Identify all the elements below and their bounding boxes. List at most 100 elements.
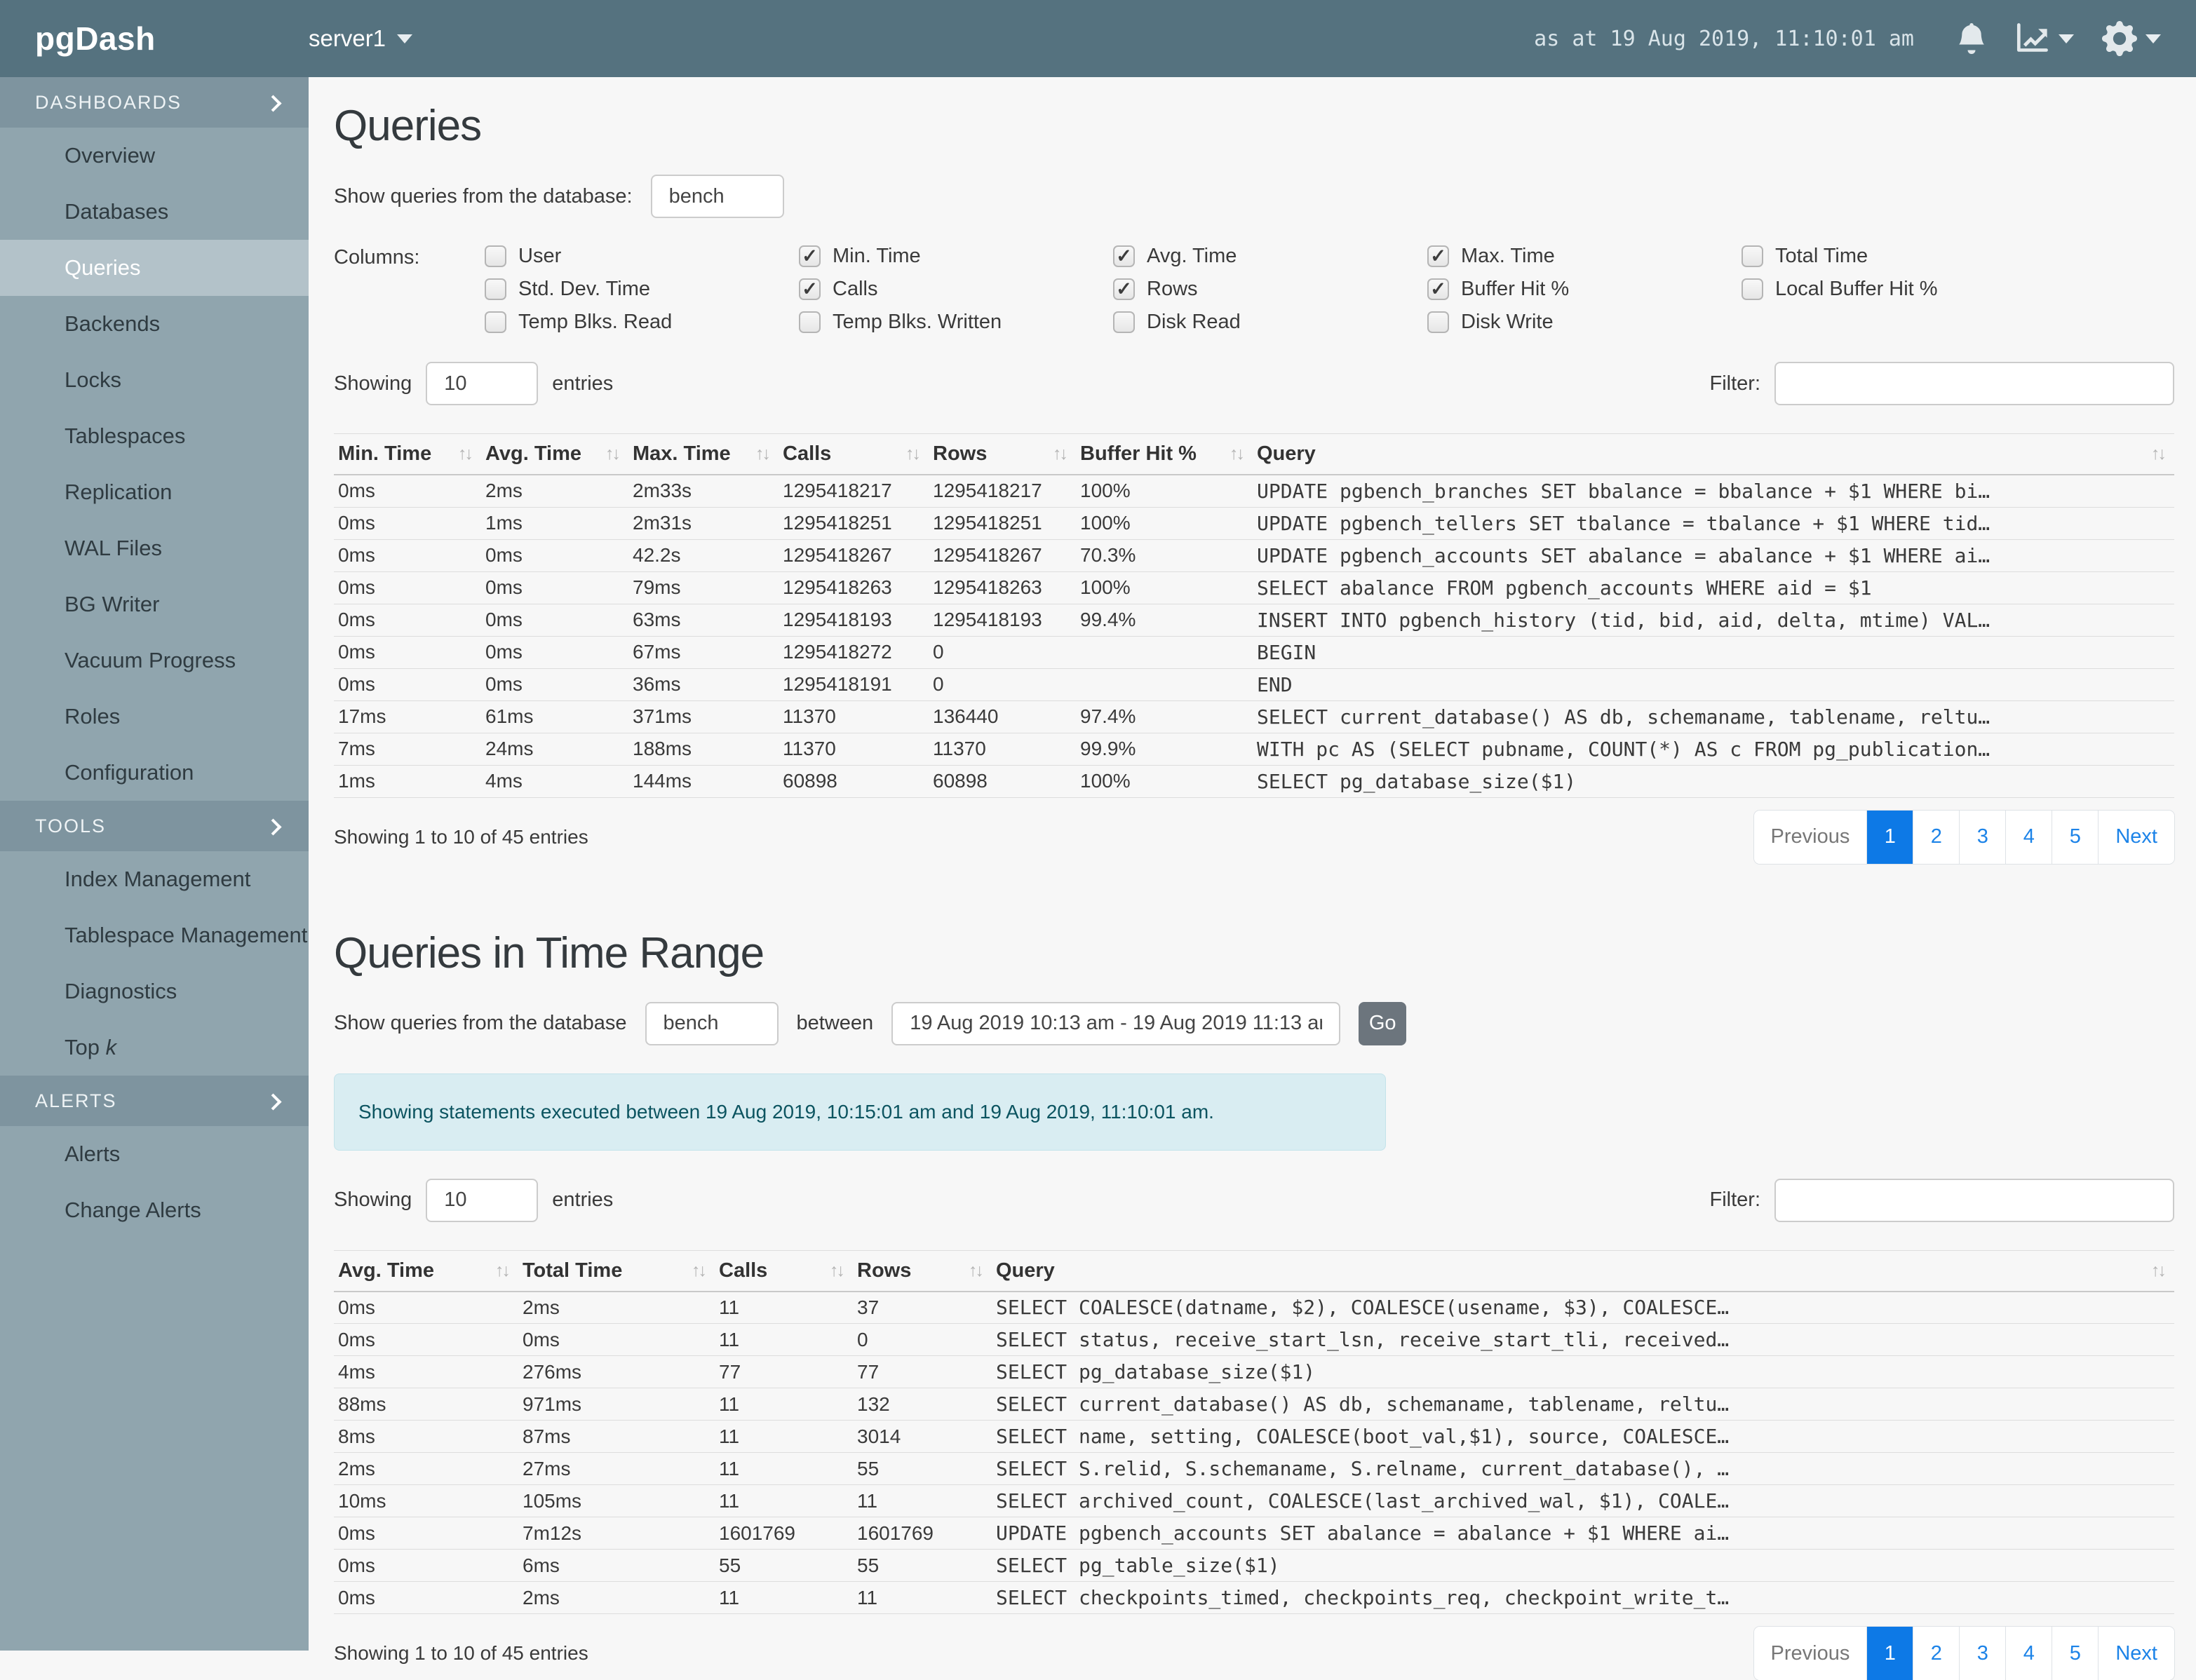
column-checkbox-user[interactable]: User <box>485 245 799 268</box>
query-link[interactable]: SELECT pg_database_size($1) <box>1253 765 2174 798</box>
column-checkbox-rows[interactable]: ✓ Rows <box>1113 278 1427 301</box>
sidebar-item-databases[interactable]: Databases <box>0 184 309 240</box>
query-link[interactable]: BEGIN <box>1253 636 2174 669</box>
server-selector[interactable]: server1 <box>309 25 413 52</box>
query-link[interactable]: INSERT INTO pgbench_history (tid, bid, a… <box>1253 604 2174 637</box>
column-header-label: Calls <box>783 442 832 465</box>
page-button-next[interactable]: Next <box>2098 1627 2174 1680</box>
query-link[interactable]: SELECT abalance FROM pgbench_accounts WH… <box>1253 571 2174 604</box>
page-button-5[interactable]: 5 <box>2052 1627 2099 1680</box>
query-link[interactable]: SELECT COALESCE(datname, $2), COALESCE(u… <box>992 1291 2174 1324</box>
notifications-button[interactable] <box>1956 22 1987 55</box>
filter-input-2[interactable] <box>1774 1178 2174 1222</box>
column-checkbox-local-buffer-hit[interactable]: Local Buffer Hit % <box>1742 278 2056 301</box>
column-header-max-time[interactable]: Max. Time ↑↓ <box>628 434 779 475</box>
query-link[interactable]: SELECT archived_count, COALESCE(last_arc… <box>992 1484 2174 1517</box>
sidebar-item-wal-files[interactable]: WAL Files <box>0 520 309 576</box>
sidebar-item-index-management[interactable]: Index Management <box>0 851 309 907</box>
sidebar-item-change-alerts[interactable]: Change Alerts <box>0 1182 309 1238</box>
column-checkbox-disk-write[interactable]: Disk Write <box>1427 311 1742 334</box>
sidebar-item-configuration[interactable]: Configuration <box>0 745 309 801</box>
column-header-avg-time[interactable]: Avg. Time ↑↓ <box>481 434 628 475</box>
column-header-query[interactable]: Query ↑↓ <box>1253 434 2174 475</box>
page-button-1[interactable]: 1 <box>1866 810 1913 864</box>
cell-total-time: 0ms <box>518 1323 715 1356</box>
page-size-input[interactable] <box>426 362 539 405</box>
database-input[interactable] <box>650 175 784 218</box>
sidebar-item-diagnostics[interactable]: Diagnostics <box>0 963 309 1019</box>
column-checkbox-std-dev-time[interactable]: Std. Dev. Time <box>485 278 799 301</box>
page-button-1[interactable]: 1 <box>1866 1627 1913 1680</box>
query-link[interactable]: SELECT S.relid, S.schemaname, S.relname,… <box>992 1452 2174 1485</box>
column-header-calls[interactable]: Calls ↑↓ <box>715 1250 853 1292</box>
app-logo[interactable]: pgDash <box>0 20 309 57</box>
page-button-4[interactable]: 4 <box>2005 1627 2052 1680</box>
query-link[interactable]: SELECT name, setting, COALESCE(boot_val,… <box>992 1420 2174 1453</box>
sidebar-item-overview[interactable]: Overview <box>0 128 309 184</box>
column-header-query[interactable]: Query ↑↓ <box>992 1250 2174 1292</box>
sidebar-item-locks[interactable]: Locks <box>0 352 309 408</box>
page-button-previous[interactable]: Previous <box>1753 810 1867 864</box>
page-button-4[interactable]: 4 <box>2005 810 2052 864</box>
column-checkbox-calls[interactable]: ✓ Calls <box>799 278 1113 301</box>
query-link[interactable]: SELECT current_database() AS db, scheman… <box>1253 700 2174 733</box>
query-link[interactable]: SELECT status, receive_start_lsn, receiv… <box>992 1323 2174 1356</box>
query-link[interactable]: UPDATE pgbench_accounts SET abalance = a… <box>1253 539 2174 572</box>
sidebar-item-top-k[interactable]: Top k <box>0 1019 309 1076</box>
sidebar-section-dashboards[interactable]: DASHBOARDS <box>0 77 309 128</box>
table-row: 0ms 0ms 63ms 1295418193 1295418193 99.4% INSER… <box>334 604 2174 637</box>
column-checkbox-temp-blks-written[interactable]: Temp Blks. Written <box>799 311 1113 334</box>
sidebar-item-bg-writer[interactable]: BG Writer <box>0 576 309 632</box>
column-header-total-time[interactable]: Total Time ↑↓ <box>518 1250 715 1292</box>
go-button[interactable]: Go <box>1359 1001 1407 1045</box>
column-checkbox-min-time[interactable]: ✓ Min. Time <box>799 245 1113 268</box>
column-checkbox-max-time[interactable]: ✓ Max. Time <box>1427 245 1742 268</box>
sidebar-section-tools[interactable]: TOOLS <box>0 801 309 851</box>
column-header-avg-time[interactable]: Avg. Time ↑↓ <box>334 1250 518 1292</box>
page-button-5[interactable]: 5 <box>2052 810 2099 864</box>
column-checkbox-buffer-hit[interactable]: ✓ Buffer Hit % <box>1427 278 1742 301</box>
time-range-input[interactable] <box>891 1001 1341 1045</box>
column-header-rows[interactable]: Rows ↑↓ <box>853 1250 992 1292</box>
column-checkbox-temp-blks-read[interactable]: Temp Blks. Read <box>485 311 799 334</box>
query-link[interactable]: END <box>1253 668 2174 701</box>
query-link[interactable]: SELECT current_database() AS db, scheman… <box>992 1388 2174 1421</box>
sidebar-item-replication[interactable]: Replication <box>0 464 309 520</box>
column-checkbox-avg-time[interactable]: ✓ Avg. Time <box>1113 245 1427 268</box>
column-header-rows[interactable]: Rows ↑↓ <box>929 434 1076 475</box>
settings-menu-button[interactable] <box>2102 21 2161 56</box>
sidebar-item-alerts[interactable]: Alerts <box>0 1126 309 1182</box>
query-link[interactable]: UPDATE pgbench_branches SET bbalance = b… <box>1253 475 2174 508</box>
sidebar-item-roles[interactable]: Roles <box>0 689 309 745</box>
page-button-previous[interactable]: Previous <box>1753 1627 1867 1680</box>
filter-input[interactable] <box>1774 362 2174 405</box>
charts-menu-button[interactable] <box>2015 21 2074 56</box>
query-link[interactable]: SELECT checkpoints_timed, checkpoints_re… <box>992 1581 2174 1614</box>
cell-min-time: 0ms <box>334 604 481 637</box>
sidebar-item-tablespace-management[interactable]: Tablespace Management <box>0 907 309 963</box>
column-checkbox-disk-read[interactable]: Disk Read <box>1113 311 1427 334</box>
page-button-next[interactable]: Next <box>2098 810 2174 864</box>
column-header-min-time[interactable]: Min. Time ↑↓ <box>334 434 481 475</box>
column-header-buffer-hit[interactable]: Buffer Hit % ↑↓ <box>1076 434 1253 475</box>
cell-rows: 11 <box>853 1581 992 1614</box>
column-header-calls[interactable]: Calls ↑↓ <box>779 434 929 475</box>
query-link[interactable]: UPDATE pgbench_tellers SET tbalance = tb… <box>1253 507 2174 540</box>
column-checkbox-total-time[interactable]: Total Time <box>1742 245 2056 268</box>
sidebar-item-backends[interactable]: Backends <box>0 296 309 352</box>
cell-rows: 0 <box>929 636 1076 669</box>
page-button-2[interactable]: 2 <box>1913 810 1960 864</box>
sidebar-item-tablespaces[interactable]: Tablespaces <box>0 408 309 464</box>
query-link[interactable]: SELECT pg_database_size($1) <box>992 1355 2174 1388</box>
page-button-3[interactable]: 3 <box>1959 1627 2006 1680</box>
query-link[interactable]: UPDATE pgbench_accounts SET abalance = a… <box>992 1517 2174 1550</box>
sidebar-section-alerts[interactable]: ALERTS <box>0 1076 309 1126</box>
page-button-2[interactable]: 2 <box>1913 1627 1960 1680</box>
page-button-3[interactable]: 3 <box>1959 810 2006 864</box>
query-link[interactable]: SELECT pg_table_size($1) <box>992 1549 2174 1582</box>
database-input-2[interactable] <box>645 1001 779 1045</box>
query-link[interactable]: WITH pc AS (SELECT pubname, COUNT(*) AS … <box>1253 733 2174 766</box>
sidebar-item-vacuum-progress[interactable]: Vacuum Progress <box>0 632 309 689</box>
page-size-input-2[interactable] <box>426 1178 539 1222</box>
sidebar-item-queries[interactable]: Queries <box>0 240 309 296</box>
